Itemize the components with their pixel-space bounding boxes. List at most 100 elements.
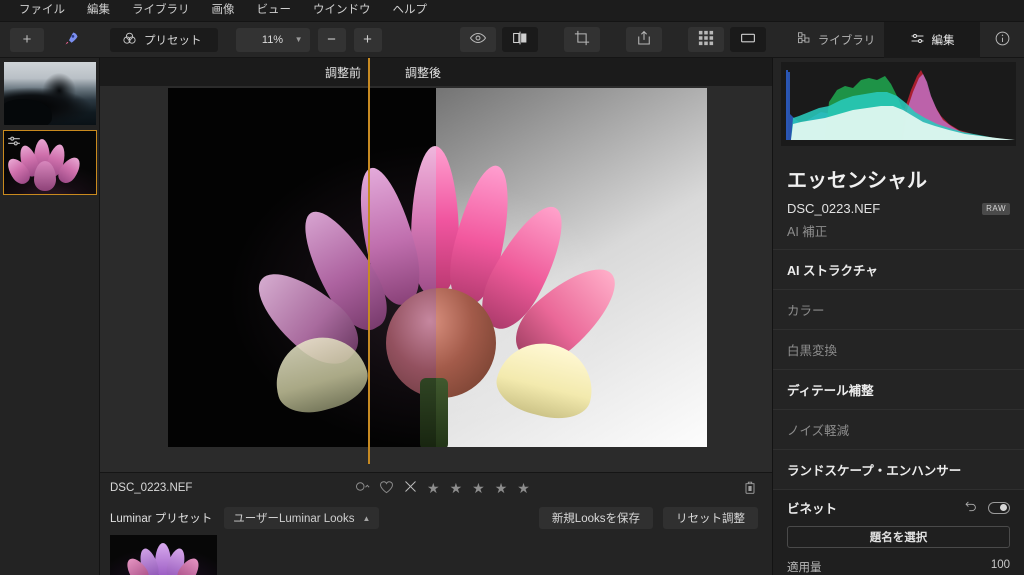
preset-actions: 新規Looksを保存 リセット調整 [538, 507, 758, 529]
preview-after-half [436, 88, 707, 447]
chevron-up-icon: ▲ [362, 513, 371, 523]
library-icon [797, 31, 811, 48]
menu-item-help[interactable]: ヘルプ [382, 2, 439, 20]
panel-item-denoise[interactable]: ノイズ軽減 [773, 409, 1024, 449]
info-icon [994, 30, 1011, 50]
tab-library[interactable]: ライブラリ [788, 22, 884, 58]
panel-item-landscape-enhancer[interactable]: ランドスケープ・エンハンサー [773, 449, 1024, 489]
crop-button[interactable] [564, 27, 600, 52]
preset-thumbnail[interactable] [110, 535, 217, 575]
rocket-button[interactable] [54, 28, 88, 52]
vignette-section: ビネット 題名を選択 適用量 100 [773, 489, 1024, 575]
filmstrip-item-lotus[interactable] [3, 130, 97, 195]
panel-item-detail-enhance[interactable]: ディテール補整 [773, 369, 1024, 409]
star-rating-2[interactable]: ★ [450, 480, 464, 497]
menu-item-file[interactable]: ファイル [8, 2, 76, 20]
toggle-on-icon[interactable] [988, 501, 1010, 514]
star-rating-5[interactable]: ★ [517, 480, 531, 497]
before-after-button[interactable] [502, 27, 538, 52]
before-after-icon [511, 29, 529, 50]
info-button[interactable] [980, 22, 1024, 58]
rocket-icon [63, 30, 80, 50]
after-photo [436, 88, 707, 447]
zoom-out-button[interactable]: − [317, 27, 346, 52]
panel-item-bw-conversion[interactable]: 白黒変換 [773, 329, 1024, 369]
image-canvas: 調整前 調整後 [100, 58, 772, 472]
sliders-icon [910, 31, 925, 49]
tab-edit-label: 編集 [931, 34, 955, 47]
star-rating-1[interactable]: ★ [427, 480, 441, 497]
plus-icon: + [22, 31, 32, 48]
save-new-looks-button[interactable]: 新規Looksを保存 [538, 507, 653, 529]
rgb-histogram [781, 62, 1016, 146]
preview-image[interactable] [168, 88, 707, 447]
luminar-window: ファイル 編集 ライブラリ 画像 ビュー ウインドウ ヘルプ + プリセット 1… [0, 0, 1024, 575]
right-panel-tabs: ライブラリ 編集 [788, 21, 1024, 58]
filmstrip-item-seascape[interactable] [4, 62, 96, 125]
presets-label: プリセット [144, 34, 202, 47]
menu-item-library[interactable]: ライブラリ [121, 2, 201, 20]
filmstrip[interactable] [0, 58, 100, 575]
chevron-down-icon: ▼ [294, 35, 303, 44]
eye-icon [469, 29, 487, 50]
after-label: 調整後 [405, 66, 442, 80]
tab-library-label: ライブラリ [817, 34, 876, 47]
raw-badge: RAW [982, 202, 1010, 215]
menu-item-view[interactable]: ビュー [246, 2, 303, 20]
edited-badge-icon [7, 134, 21, 148]
before-after-divider[interactable] [368, 58, 370, 464]
vignette-title: ビネット [787, 502, 838, 516]
zoom-level-value: 11% [261, 33, 284, 46]
luminar-presets-label: Luminar プリセット [110, 513, 213, 525]
rating-controls: ★ ★ ★ ★ ★ [355, 479, 531, 497]
heart-icon[interactable] [379, 480, 394, 497]
menu-item-image[interactable]: 画像 [201, 2, 246, 20]
grid-view-button[interactable] [688, 27, 724, 52]
slider-amount-value: 100 [990, 559, 1010, 571]
preset-thumbnail-strip[interactable] [110, 535, 217, 575]
looks-dropdown-value: ユーザーLuminar Looks [233, 513, 355, 525]
ai-enhance-label: AI 補正 [787, 225, 828, 239]
panel-item-color[interactable]: カラー [773, 289, 1024, 329]
color-label-circle-icon[interactable] [355, 480, 370, 496]
toolbar: + プリセット 11% ▼ − + ライブラリ 編集 [0, 21, 1024, 58]
zoom-level-dropdown[interactable]: 11% ▼ [235, 27, 310, 52]
menu-bar: ファイル 編集 ライブラリ 画像 ビュー ウインドウ ヘルプ [0, 0, 1024, 22]
slider-amount: 適用量 100 [787, 559, 1010, 575]
panel-item-ai-structure[interactable]: AI ストラクチャ [773, 249, 1024, 289]
single-view-icon [739, 29, 757, 50]
view-tool-group [460, 27, 766, 52]
menu-item-edit[interactable]: 編集 [76, 2, 121, 20]
vignette-preset-select[interactable]: 題名を選択 [787, 526, 1010, 548]
crop-icon [573, 29, 591, 50]
current-filename: DSC_0223.NEF [110, 482, 193, 494]
grid-icon [698, 30, 714, 49]
thumb-petal [34, 161, 56, 191]
single-view-button[interactable] [730, 27, 766, 52]
share-icon [635, 29, 653, 50]
share-button[interactable] [626, 27, 662, 52]
tab-edit[interactable]: 編集 [884, 21, 980, 58]
vignette-controls [964, 499, 1010, 516]
before-label: 調整前 [325, 66, 362, 80]
zoom-in-button[interactable]: + [353, 27, 382, 52]
vignette-header: ビネット [787, 498, 1010, 517]
star-rating-3[interactable]: ★ [472, 480, 486, 497]
reset-adjustments-button[interactable]: リセット調整 [663, 507, 758, 529]
slider-amount-label: 適用量 [787, 562, 822, 574]
preview-toggle-button[interactable] [460, 27, 496, 52]
image-info-row: DSC_0223.NEF ★ ★ ★ ★ ★ [100, 473, 772, 503]
right-panel: エッセンシャル DSC_0223.NEF RAW AI 補正 AI ストラクチャ… [772, 58, 1024, 575]
trash-icon[interactable] [742, 479, 758, 498]
reject-x-icon[interactable] [403, 479, 418, 497]
minus-icon: − [327, 31, 336, 48]
venn-circles-icon [122, 31, 137, 49]
add-image-button[interactable]: + [10, 27, 44, 52]
star-rating-4[interactable]: ★ [495, 480, 509, 497]
panel-file-row: DSC_0223.NEF RAW [773, 201, 1024, 218]
histogram-svg [781, 62, 1016, 146]
presets-button[interactable]: プリセット [110, 27, 218, 52]
looks-dropdown[interactable]: ユーザーLuminar Looks ▲ [224, 507, 380, 529]
menu-item-window[interactable]: ウインドウ [302, 2, 382, 20]
undo-reset-icon[interactable] [964, 499, 978, 516]
